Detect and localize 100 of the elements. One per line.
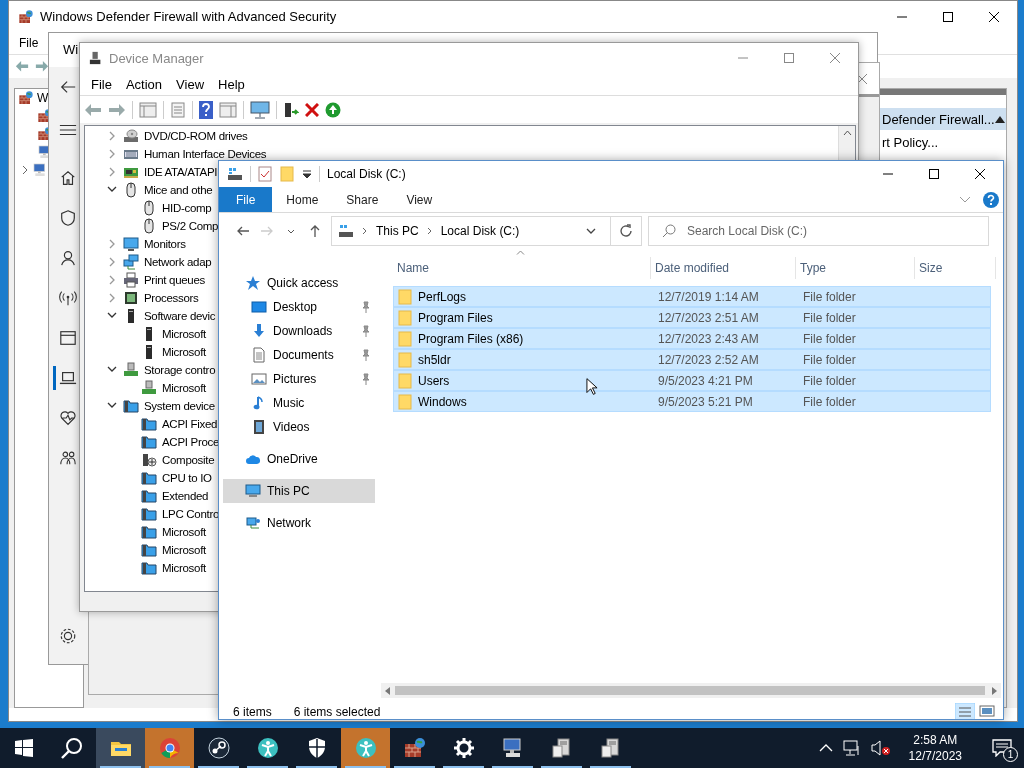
chevron-right-icon[interactable] [426, 227, 433, 235]
tree-item[interactable]: IDE ATA/ATAPI [144, 166, 218, 178]
delete-icon[interactable] [305, 102, 319, 117]
chevron-right-icon[interactable] [108, 275, 116, 285]
dropdown-icon[interactable] [302, 169, 312, 179]
nav-item[interactable]: Music [223, 391, 375, 415]
tree-item[interactable]: Human Interface Devices [144, 148, 267, 160]
chevron-up-icon[interactable] [818, 744, 833, 752]
scroll-right-icon[interactable] [992, 686, 997, 695]
tree-item[interactable]: Composite [162, 454, 215, 466]
file-row[interactable]: sh5ldr 12/7/2023 2:52 AM File folder [393, 349, 991, 370]
search-field[interactable]: Search Local Disk (C:) [648, 216, 989, 246]
nav-item[interactable]: Documents [223, 343, 375, 367]
chevron-right-icon[interactable] [108, 131, 116, 141]
tree-item[interactable]: Microsoft [162, 562, 206, 574]
file-row[interactable]: Program Files 12/7/2023 2:51 AM File folder [393, 307, 991, 328]
nav-item[interactable]: Desktop [223, 295, 375, 319]
collapse-triangle-icon[interactable] [994, 115, 1005, 123]
panel-icon[interactable] [219, 101, 237, 118]
close-icon[interactable] [989, 11, 999, 22]
up-arrow-icon[interactable] [308, 224, 322, 238]
column-header[interactable]: Size [919, 261, 943, 275]
menu-item[interactable]: File [91, 76, 112, 92]
laptop-icon[interactable] [59, 369, 77, 387]
driver-update-icon[interactable] [283, 101, 299, 118]
nav-item[interactable]: OneDrive [223, 447, 375, 471]
tree-item[interactable]: Microsoft [162, 382, 206, 394]
tree-item[interactable]: Print queues [144, 274, 205, 286]
action-link[interactable]: rt Policy... [882, 134, 939, 150]
tree-item[interactable]: Microsoft [162, 346, 206, 358]
settings-icon[interactable] [59, 627, 77, 645]
menu-item[interactable]: File [19, 36, 39, 50]
tree-item[interactable]: CPU to IO [162, 472, 212, 484]
large-icons-view-icon[interactable] [979, 702, 995, 719]
properties-icon[interactable] [258, 166, 272, 182]
scroll-left-icon[interactable] [385, 686, 390, 695]
tree-item[interactable]: Software devic [144, 310, 216, 322]
details-view-icon[interactable] [955, 702, 975, 719]
antenna-icon[interactable] [59, 289, 77, 307]
chevron-right-icon[interactable] [108, 257, 116, 267]
tree-item[interactable]: W [37, 91, 49, 105]
column-header[interactable]: Name [397, 261, 429, 275]
help-icon[interactable] [983, 191, 999, 208]
file-row[interactable]: Program Files (x86) 12/7/2023 2:43 AM File folder [393, 328, 991, 349]
chevron-down-icon[interactable] [107, 312, 117, 320]
family-icon[interactable] [59, 449, 77, 467]
shield-icon[interactable] [59, 209, 77, 227]
menu-item[interactable]: Help [218, 76, 245, 92]
panel-icon[interactable] [139, 101, 157, 118]
clock[interactable]: 2:58 AM 12/7/2023 [900, 732, 970, 764]
chevron-right-icon[interactable] [21, 165, 29, 175]
tree-item[interactable]: Processors [144, 292, 199, 304]
chevron-right-icon[interactable] [108, 239, 116, 249]
breadcrumb-item[interactable]: This PC [376, 224, 419, 238]
notification-icon[interactable] [992, 739, 1012, 757]
tree-item[interactable]: Microsoft [162, 526, 206, 538]
taskbar-button[interactable] [96, 728, 145, 768]
address-bar[interactable]: This PC Local Disk (C:) [331, 216, 642, 246]
nav-item[interactable]: Downloads [223, 319, 375, 343]
tree-item[interactable]: Microsoft [162, 544, 206, 556]
chevron-down-icon[interactable] [107, 186, 117, 194]
file-row[interactable]: Windows 9/5/2023 5:21 PM File folder [393, 391, 991, 412]
back-arrow-icon[interactable] [59, 78, 77, 96]
heart-icon[interactable] [59, 409, 77, 427]
breadcrumb-item[interactable]: Local Disk (C:) [440, 224, 520, 238]
chevron-right-icon[interactable] [108, 293, 116, 303]
column-header[interactable]: Type [800, 261, 826, 275]
chevron-right-icon[interactable] [362, 227, 368, 235]
menu-icon[interactable] [59, 123, 77, 137]
tree-item[interactable]: PS/2 Comp [162, 220, 219, 232]
person-icon[interactable] [59, 249, 77, 267]
ribbon-tab[interactable]: Share [332, 187, 393, 212]
chevron-down-icon[interactable] [107, 366, 117, 374]
tree-item[interactable]: DVD/CD-ROM drives [144, 130, 248, 142]
file-row[interactable]: Users 9/5/2023 4:21 PM File folder [393, 370, 991, 391]
tree-item[interactable]: Network adap [144, 256, 212, 268]
back-arrow-icon[interactable] [236, 224, 250, 238]
nav-item[interactable]: This PC [223, 479, 375, 503]
tree-item[interactable]: HID-comp [162, 202, 212, 214]
nav-item[interactable]: Network [223, 511, 375, 535]
column-header[interactable]: Date modified [655, 261, 730, 275]
chevron-right-icon[interactable] [108, 167, 116, 177]
tree-item[interactable]: ACPI Proce [162, 436, 220, 448]
refresh-icon[interactable] [619, 224, 633, 238]
ribbon-tab[interactable]: Home [272, 187, 333, 212]
close-icon[interactable] [975, 169, 985, 179]
chevron-down-icon[interactable] [107, 402, 117, 410]
maximize-icon[interactable] [943, 11, 953, 22]
ribbon-tab[interactable]: View [392, 187, 447, 212]
menu-item[interactable]: View [176, 76, 205, 92]
file-row[interactable]: PerfLogs 12/7/2019 1:14 AM File folder [393, 286, 991, 307]
tree-item[interactable]: Microsoft [162, 328, 206, 340]
scroll-up-icon[interactable] [842, 130, 852, 136]
nav-item[interactable]: Videos [223, 415, 375, 439]
tree-item[interactable]: Mice and othe [144, 184, 213, 196]
ribbon-tab[interactable]: File [219, 187, 273, 212]
forward-arrow-icon[interactable] [34, 59, 50, 74]
nav-item[interactable]: Quick access [223, 271, 375, 295]
tree-item[interactable]: System device [144, 400, 215, 412]
tree-item[interactable]: Storage contro [144, 364, 216, 376]
